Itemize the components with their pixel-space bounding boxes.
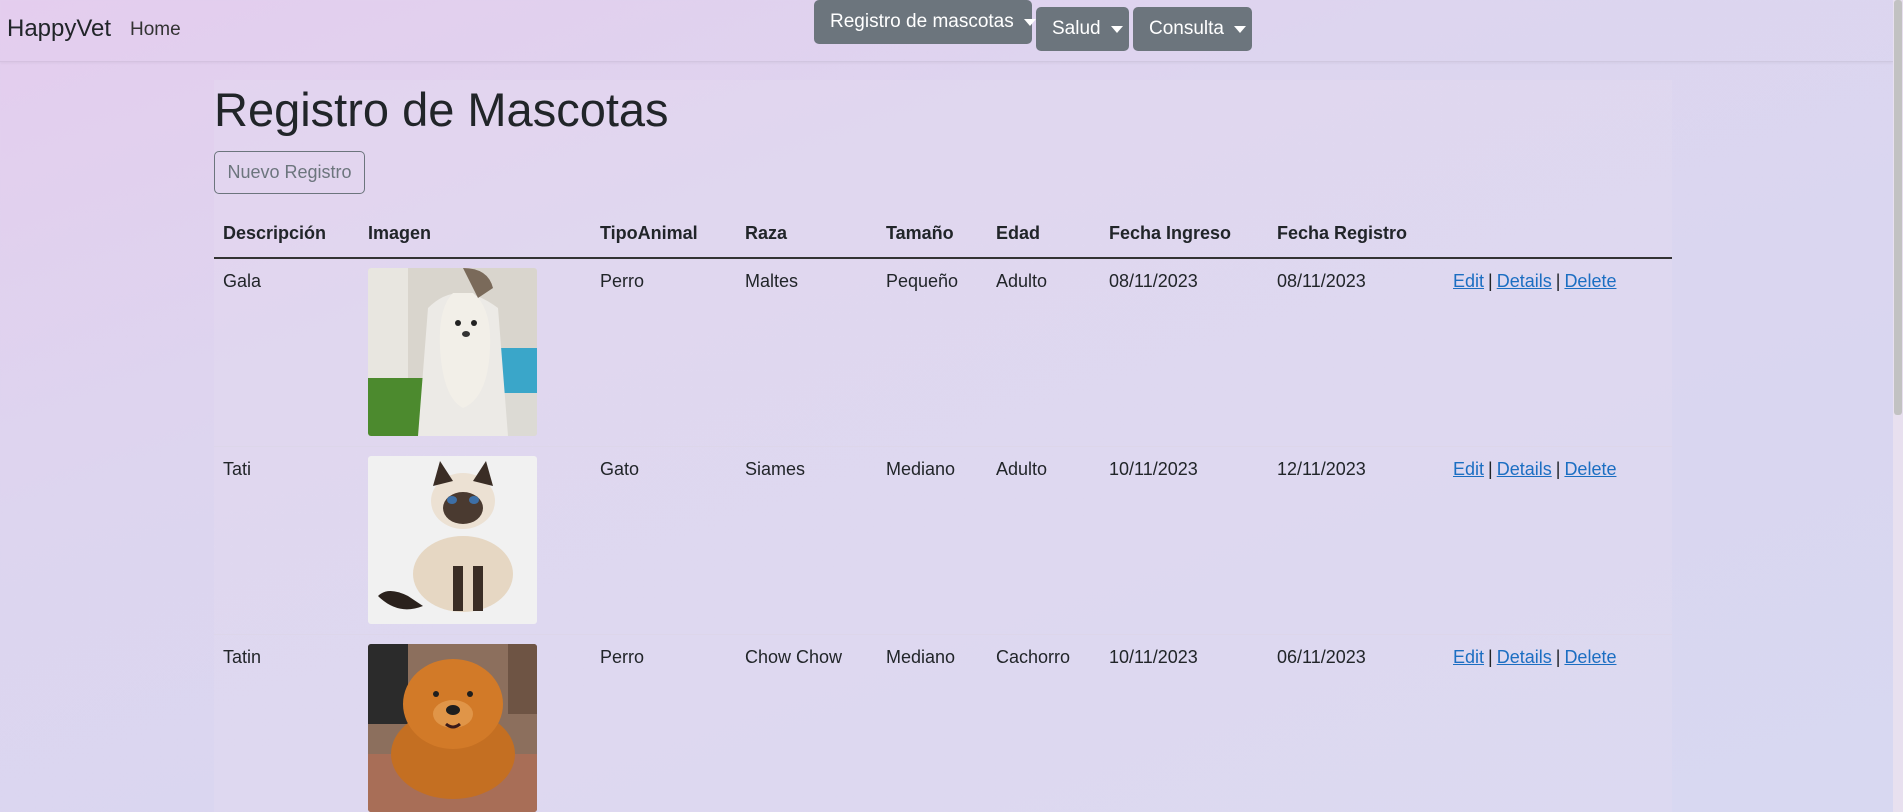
separator: | <box>1555 646 1561 667</box>
table-row: Tati Gato Siames Mediano Adulto 10/11/20… <box>214 446 1672 635</box>
dropdown-registro-mascotas[interactable]: Registro de mascotas <box>814 0 1036 44</box>
scrollbar-thumb[interactable] <box>1894 0 1902 415</box>
cell-actions: Edit | Details | Delete <box>1444 446 1672 635</box>
edit-link[interactable]: Edit <box>1453 647 1484 667</box>
cell-descripcion: Gala <box>214 258 359 447</box>
separator: | <box>1488 458 1493 479</box>
caret-down-icon <box>1023 18 1036 26</box>
cell-edad: Adulto <box>987 446 1100 635</box>
cell-raza: Siames <box>736 446 877 635</box>
col-header-imagen: Imagen <box>359 210 591 259</box>
cell-tipo: Perro <box>591 634 736 812</box>
cell-descripcion: Tati <box>214 446 359 635</box>
main-content: Registro de Mascotas Nuevo Registro Desc… <box>214 80 1672 812</box>
page-title: Registro de Mascotas <box>214 83 669 136</box>
vertical-scrollbar[interactable] <box>1893 0 1903 812</box>
table-header-row: Descripción Imagen TipoAnimal Raza Tamañ… <box>214 210 1672 259</box>
separator: | <box>1488 646 1493 667</box>
nav-home-link[interactable]: Home <box>130 19 181 41</box>
col-header-fecha-registro: Fecha Registro <box>1268 210 1444 259</box>
pets-table: Descripción Imagen TipoAnimal Raza Tamañ… <box>214 210 1672 812</box>
cell-fecha-ingreso: 10/11/2023 <box>1100 634 1268 812</box>
brand-link[interactable]: HappyVet <box>7 15 111 43</box>
cell-actions: Edit | Details | Delete <box>1444 634 1672 812</box>
cell-fecha-ingreso: 10/11/2023 <box>1100 446 1268 635</box>
cell-fecha-ingreso: 08/11/2023 <box>1100 258 1268 447</box>
table-row: Gala Perro Maltes Pequeño Adulto 08/11/2… <box>214 258 1672 447</box>
col-header-tipoanimal: TipoAnimal <box>591 210 736 259</box>
dropdown-consulta[interactable]: Consulta <box>1133 7 1252 51</box>
col-header-fecha-ingreso: Fecha Ingreso <box>1100 210 1268 259</box>
cell-tipo: Perro <box>591 258 736 447</box>
dropdown-label: Registro de mascotas <box>830 11 1014 32</box>
pet-photo-chow-chow-dog <box>368 643 537 812</box>
edit-link[interactable]: Edit <box>1453 271 1484 291</box>
edit-link[interactable]: Edit <box>1453 459 1484 479</box>
cell-descripcion: Tatin <box>214 634 359 812</box>
caret-down-icon <box>1110 25 1123 33</box>
dropdown-salud[interactable]: Salud <box>1036 7 1129 51</box>
col-header-raza: Raza <box>736 210 877 259</box>
details-link[interactable]: Details <box>1497 271 1552 291</box>
separator: | <box>1555 458 1561 479</box>
cell-edad: Cachorro <box>987 634 1100 812</box>
cell-tipo: Gato <box>591 446 736 635</box>
cell-fecha-registro: 06/11/2023 <box>1268 634 1444 812</box>
cell-actions: Edit | Details | Delete <box>1444 258 1672 447</box>
col-header-edad: Edad <box>987 210 1100 259</box>
cell-tamano: Mediano <box>877 634 987 812</box>
col-header-tamano: Tamaño <box>877 210 987 259</box>
separator: | <box>1488 271 1493 291</box>
delete-link[interactable]: Delete <box>1564 459 1616 479</box>
caret-down-icon <box>1234 25 1246 33</box>
cell-raza: Chow Chow <box>736 634 877 812</box>
cell-tamano: Mediano <box>877 446 987 635</box>
details-link[interactable]: Details <box>1497 459 1552 479</box>
delete-link[interactable]: Delete <box>1564 271 1616 291</box>
separator: | <box>1555 271 1561 291</box>
pet-photo-maltese-dog <box>368 268 537 436</box>
col-header-actions <box>1444 210 1672 259</box>
col-header-descripcion: Descripción <box>214 210 359 259</box>
cell-raza: Maltes <box>736 258 877 447</box>
table-row: Tatin Perro Chow Chow Mediano Cachorro 1… <box>214 634 1672 812</box>
cell-fecha-registro: 12/11/2023 <box>1268 446 1444 635</box>
cell-fecha-registro: 08/11/2023 <box>1268 258 1444 447</box>
pet-photo-siamese-cat <box>368 455 537 624</box>
cell-edad: Adulto <box>987 258 1100 447</box>
dropdown-label: Salud <box>1052 18 1101 39</box>
dropdown-label: Consulta <box>1149 18 1224 39</box>
cell-tamano: Pequeño <box>877 258 987 447</box>
delete-link[interactable]: Delete <box>1564 647 1616 667</box>
details-link[interactable]: Details <box>1497 647 1552 667</box>
new-record-button[interactable]: Nuevo Registro <box>214 151 365 194</box>
top-navbar: HappyVet Home Registro de mascotas Salud… <box>0 0 1893 62</box>
